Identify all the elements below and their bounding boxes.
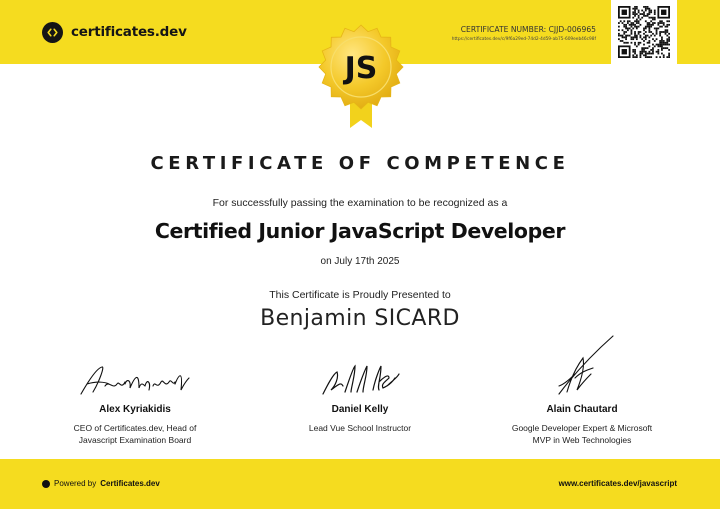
signer-role: CEO of Certificates.dev, Head of Javascr… bbox=[73, 423, 197, 445]
presented-text: This Certificate is Proudly Presented to bbox=[269, 289, 451, 301]
signer-block: Alain Chautard Google Developer Expert &… bbox=[482, 330, 682, 446]
qr-code[interactable] bbox=[611, 0, 677, 64]
signer-role: Lead Vue School Instructor bbox=[308, 423, 412, 433]
issue-date: on July 17th 2025 bbox=[320, 256, 400, 267]
footer-url[interactable]: www.certificates.dev/javascript bbox=[559, 479, 677, 488]
code-brackets-icon bbox=[42, 21, 63, 43]
intro-text: For successfully passing the examination… bbox=[212, 197, 508, 209]
signature-daniel bbox=[322, 364, 400, 395]
signer-name: Alain Chautard bbox=[546, 404, 618, 415]
certificate-number: CERTIFICATE NUMBER: CJJD-006965 bbox=[460, 25, 596, 34]
signer-role: Google Developer Expert & Microsoft MVP … bbox=[511, 423, 653, 445]
certificate-heading: CERTIFICATE OF COMPETENCE bbox=[150, 153, 570, 174]
recipient-name: Benjamin SICARD bbox=[260, 306, 460, 331]
signer-block: Daniel Kelly Lead Vue School Instructor bbox=[260, 330, 460, 434]
signer-name: Alex Kyriakidis bbox=[99, 404, 171, 415]
javascript-badge: JS bbox=[316, 22, 406, 132]
powered-brand: Certificates.dev bbox=[100, 479, 160, 488]
certification-title: Certified Junior JavaScript Developer bbox=[154, 219, 566, 243]
brand[interactable]: certificates.dev bbox=[42, 20, 187, 44]
brand-dot-icon bbox=[42, 479, 50, 488]
powered-prefix: Powered by bbox=[54, 479, 97, 488]
signature-alex bbox=[80, 366, 190, 395]
signer-name: Daniel Kelly bbox=[331, 404, 389, 415]
signature-alain bbox=[558, 335, 614, 395]
powered-by[interactable]: Powered by Certificates.dev bbox=[42, 479, 160, 488]
badge-text: JS bbox=[343, 51, 378, 86]
brand-name: certificates.dev bbox=[71, 24, 187, 40]
qr-code-icon bbox=[618, 6, 670, 58]
verify-url[interactable]: https://certificates.dev/c/9f6a29ed-74d2… bbox=[452, 37, 596, 42]
signer-block: Alex Kyriakidis CEO of Certificates.dev,… bbox=[35, 330, 235, 446]
